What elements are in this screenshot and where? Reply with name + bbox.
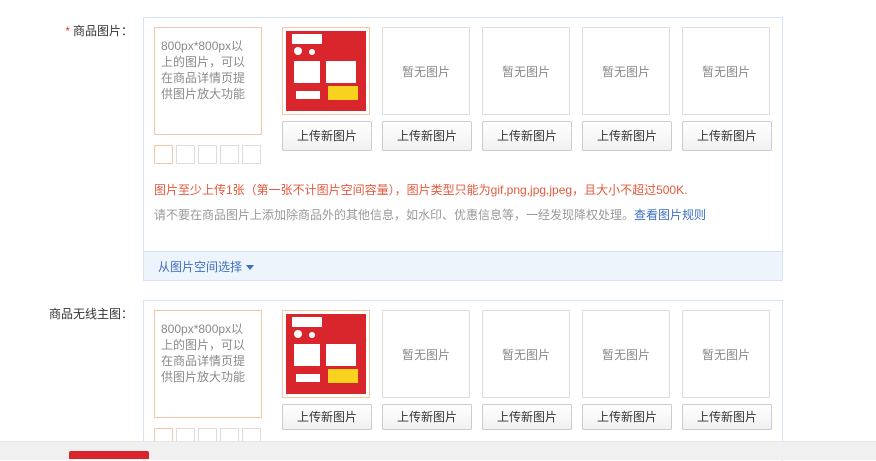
image-space-bar: 从图片空间选择 [144, 251, 782, 280]
image-slot-4: 暂无图片 上传新图片 [582, 310, 672, 430]
upload-new-image-button[interactable]: 上传新图片 [482, 121, 572, 151]
main-image-preview: 800px*800px以上的图片，可以在商品详情页提供图片放大功能 [154, 310, 262, 418]
thumbnail-slot[interactable] [220, 145, 239, 164]
product-thumbnail[interactable] [282, 27, 370, 115]
product-images-panel: 800px*800px以上的图片，可以在商品详情页提供图片放大功能 上传新图片 … [143, 17, 783, 281]
empty-image-placeholder[interactable]: 暂无图片 [482, 310, 570, 398]
thumbnail-strip [154, 145, 261, 164]
product-image [286, 314, 366, 394]
upload-new-image-button[interactable]: 上传新图片 [482, 404, 572, 430]
upload-new-image-button[interactable]: 上传新图片 [382, 404, 472, 430]
upload-new-image-button[interactable]: 上传新图片 [682, 404, 772, 430]
upload-requirements-hint: 图片至少上传1张（第一张不计图片空间容量），图片类型只能为gif,png,jpg… [154, 183, 688, 197]
caret-down-icon [246, 265, 255, 271]
wireless-main-image-panel: 800px*800px以上的图片，可以在商品详情页提供图片放大功能 上传新图片 … [143, 300, 783, 461]
select-from-image-space-button[interactable]: 从图片空间选择 [158, 258, 255, 275]
image-policy-hint: 请不要在商品图片上添加除商品外的其他信息，如水印、优惠信息等，一经发现降权处理。… [154, 208, 707, 222]
image-slot-2: 暂无图片 上传新图片 [382, 27, 472, 151]
thumbnail-slot[interactable] [154, 145, 173, 164]
empty-image-placeholder[interactable]: 暂无图片 [582, 27, 670, 115]
image-slot-5: 暂无图片 上传新图片 [682, 27, 772, 151]
upload-new-image-button[interactable]: 上传新图片 [582, 121, 672, 151]
upload-new-image-button[interactable]: 上传新图片 [282, 404, 372, 430]
image-slot-1: 上传新图片 [282, 27, 372, 151]
thumbnail-slot[interactable] [242, 145, 261, 164]
thumbnail-slot[interactable] [198, 145, 217, 164]
upload-new-image-button[interactable]: 上传新图片 [582, 404, 672, 430]
upload-new-image-button[interactable]: 上传新图片 [682, 121, 772, 151]
empty-image-placeholder[interactable]: 暂无图片 [382, 27, 470, 115]
upload-new-image-button[interactable]: 上传新图片 [382, 121, 472, 151]
product-images-label: * 商品图片： [65, 24, 133, 38]
empty-image-placeholder[interactable]: 暂无图片 [382, 310, 470, 398]
view-image-rules-link[interactable]: 查看图片规则 [634, 208, 706, 222]
empty-image-placeholder[interactable]: 暂无图片 [582, 310, 670, 398]
wireless-main-image-label: 商品无线主图： [48, 307, 133, 321]
image-slot-4: 暂无图片 上传新图片 [582, 27, 672, 151]
image-slot-2: 暂无图片 上传新图片 [382, 310, 472, 430]
product-thumbnail[interactable] [282, 310, 370, 398]
submit-button[interactable] [69, 451, 149, 459]
product-image [286, 31, 366, 111]
thumbnail-slot[interactable] [176, 145, 195, 164]
empty-image-placeholder[interactable]: 暂无图片 [682, 310, 770, 398]
empty-image-placeholder[interactable]: 暂无图片 [682, 27, 770, 115]
image-slot-3: 暂无图片 上传新图片 [482, 27, 572, 151]
image-slot-1: 上传新图片 [282, 310, 372, 430]
upload-new-image-button[interactable]: 上传新图片 [282, 121, 372, 151]
required-marker: * [65, 24, 70, 38]
image-slot-5: 暂无图片 上传新图片 [682, 310, 772, 430]
main-image-preview: 800px*800px以上的图片，可以在商品详情页提供图片放大功能 [154, 27, 262, 135]
empty-image-placeholder[interactable]: 暂无图片 [482, 27, 570, 115]
image-slot-3: 暂无图片 上传新图片 [482, 310, 572, 430]
